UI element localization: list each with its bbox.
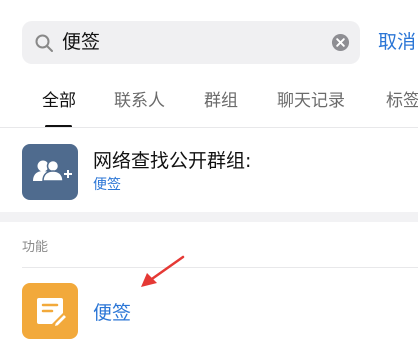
- function-item-note-label: 便签: [93, 302, 132, 324]
- tab-chat-history[interactable]: 聊天记录: [277, 75, 345, 127]
- note-edit-icon: [37, 298, 69, 329]
- tabs-divider: [0, 127, 418, 128]
- tab-tags[interactable]: 标签: [386, 75, 418, 127]
- group-avatar: [22, 144, 78, 200]
- add-group-icon: [33, 159, 72, 182]
- tab-all[interactable]: 全部: [42, 75, 76, 127]
- clear-icon[interactable]: [331, 33, 350, 52]
- search-bar[interactable]: 便签: [22, 21, 360, 64]
- search-input[interactable]: 便签: [62, 21, 100, 64]
- cancel-button[interactable]: 取消: [378, 21, 416, 64]
- functions-section-label: 功能: [22, 240, 49, 255]
- tab-groups[interactable]: 群组: [204, 75, 238, 127]
- annotation-arrow: [141, 255, 185, 287]
- network-search-title: 网络查找公开群组:: [93, 150, 252, 172]
- tab-bar: 全部 联系人 群组 聊天记录 标签: [0, 75, 418, 127]
- network-search-keyword: 便签: [93, 177, 121, 193]
- section-gap: [0, 212, 418, 222]
- note-app-icon: [22, 283, 78, 339]
- tab-contacts[interactable]: 联系人: [114, 75, 165, 127]
- functions-divider: [22, 267, 418, 268]
- search-icon: [35, 34, 53, 52]
